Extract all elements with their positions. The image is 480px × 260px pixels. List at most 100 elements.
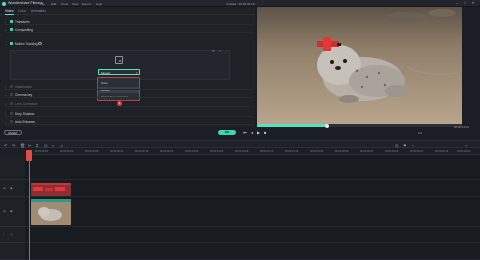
ruler-tick: 00:00:02:12	[410, 149, 424, 153]
undo-icon[interactable]: ↶	[4, 143, 7, 148]
settings-circle-icon[interactable]: ○	[219, 49, 221, 53]
section-label: Compositing	[15, 27, 33, 32]
checkbox-compositing[interactable]	[10, 27, 13, 31]
color-icon[interactable]: ◐	[52, 143, 54, 148]
stop-icon[interactable]: ■	[264, 130, 266, 135]
checkbox-transform[interactable]	[10, 19, 13, 23]
section-compositing[interactable]: › Compositing	[5, 26, 253, 33]
timeline-ruler[interactable]: 00:00:00:00 00:00:00:04 00:00:00:08 00:0…	[25, 148, 480, 155]
close-icon[interactable]: ✕	[471, 1, 475, 5]
preview-ratio[interactable]: 1/2	[418, 131, 422, 135]
audio-icon[interactable]: ♫	[60, 143, 63, 148]
track-empty[interactable]	[25, 155, 480, 180]
checkbox-lens-correction[interactable]	[10, 101, 13, 105]
ok-button[interactable]: OK	[218, 130, 236, 135]
lock-icon[interactable]: ⊞	[3, 186, 6, 190]
document-title: Untitled : 00:00:03:18	[226, 1, 255, 6]
tracking-element-dropdown[interactable]: Mosaic ▾	[98, 69, 140, 75]
track-header-empty	[0, 155, 25, 180]
tab-animation[interactable]: Animation	[31, 9, 46, 13]
app-title: Wondershare Filmora	[8, 1, 43, 5]
checkbox-chroma-key[interactable]	[10, 92, 13, 96]
chevron-right-icon: ›	[5, 92, 6, 97]
chevron-right-icon: ›	[5, 27, 6, 32]
track-header-video: ⊞ ◉	[0, 197, 25, 227]
zoom-out-icon[interactable]: −	[412, 143, 414, 148]
seal-thumbnail	[38, 207, 62, 221]
dropdown-value: Mosaic	[101, 71, 111, 75]
title-bar: Wondershare Filmora File Edit Tools View…	[0, 0, 480, 7]
section-motion-tracking[interactable]: ⌄ Motion Tracking	[5, 40, 253, 47]
minimize-icon[interactable]: –	[455, 1, 459, 5]
menu-edit[interactable]: Edit	[51, 2, 56, 6]
speed-icon[interactable]: ◷	[44, 143, 48, 148]
checkbox-drop-shadow[interactable]	[10, 111, 13, 115]
music-icon[interactable]: ♪	[3, 232, 5, 236]
chevron-right-icon: ›	[5, 119, 6, 124]
menu-tools[interactable]: Tools	[61, 2, 68, 6]
ruler-tick: 00:00:01:08	[235, 149, 249, 153]
playback-progress[interactable]	[257, 123, 462, 128]
section-label: Transform	[15, 19, 30, 24]
track-audio[interactable]	[25, 227, 480, 243]
section-transform[interactable]: › Transform	[5, 18, 253, 25]
eye-icon[interactable]: ◉	[10, 186, 13, 190]
chevron-right-icon: ›	[5, 84, 6, 89]
target-icon[interactable]	[115, 56, 123, 64]
checkbox-auto-enhance[interactable]	[10, 119, 13, 123]
playhead-line[interactable]	[28, 150, 30, 260]
step-back-icon[interactable]: ⏮	[243, 130, 247, 135]
timeline-tracks: ⊞ ◉ ⊞ ◉ ♪ ◁	[0, 155, 480, 260]
ruler-tick: 00:00:00:04	[60, 149, 74, 153]
speaker-icon[interactable]: ◁	[10, 232, 12, 236]
maximize-icon[interactable]: □	[463, 1, 467, 5]
property-tabs: Video Color Animation	[0, 7, 255, 15]
ruler-tick: 00:00:02:16	[435, 149, 449, 153]
chevron-down-icon: ▾	[135, 70, 138, 75]
menu-help[interactable]: Help	[96, 2, 102, 6]
cut-icon[interactable]: ✂	[28, 143, 31, 148]
section-label: Lens Correction	[15, 101, 38, 106]
playhead-handle[interactable]	[26, 150, 32, 161]
progress-handle[interactable]	[324, 123, 329, 128]
frame-back-icon[interactable]: ◂	[251, 130, 253, 135]
crop-icon[interactable]: ⌗	[36, 143, 38, 148]
menu-export[interactable]: Export	[82, 2, 91, 6]
section-drop-shadow[interactable]: › Drop Shadow	[5, 110, 253, 117]
checkbox-stabilization[interactable]	[10, 84, 13, 88]
lock-icon[interactable]: ⊞	[3, 209, 6, 213]
preview-right-strip	[462, 7, 480, 124]
reset-button[interactable]: RESET	[4, 130, 22, 135]
play-icon[interactable]: ▶	[257, 130, 260, 135]
section-auto-enhance[interactable]: › Auto Enhance	[5, 118, 253, 125]
chevron-down-icon: ⌄	[5, 41, 8, 46]
delete-icon[interactable]: 🗑	[20, 143, 25, 148]
marker-icon[interactable]: ⚑	[403, 143, 407, 148]
section-lens-correction[interactable]: › Lens Correction	[5, 100, 253, 107]
section-chroma-key[interactable]: › Chroma key	[5, 91, 253, 98]
eye-icon[interactable]: ◉	[10, 209, 13, 213]
ruler-tick: 00:00:01:04	[210, 149, 224, 153]
ruler-tick: 00:00:02:00	[335, 149, 349, 153]
ruler-tick: 00:00:00:00	[35, 149, 49, 153]
tab-color[interactable]: Color	[18, 9, 26, 13]
track-extra[interactable]	[25, 243, 480, 260]
track-fx[interactable]	[25, 180, 480, 197]
crossed-tools-icon[interactable]: ✕	[212, 49, 215, 53]
track-header-audio: ♪ ◁	[0, 227, 25, 243]
motion-tracking-tools: ✕ ○	[212, 49, 221, 53]
render-icon[interactable]: ◎	[395, 143, 399, 148]
chevron-right-icon: ›	[5, 19, 6, 24]
menu-view[interactable]: View	[72, 2, 78, 6]
mosaic-effect-clip[interactable]	[31, 183, 71, 196]
section-stabilization[interactable]: › Stabilization	[5, 83, 253, 90]
ruler-tick: 00:00:00:20	[160, 149, 174, 153]
track-video[interactable]	[25, 197, 480, 227]
zoom-in-icon[interactable]: +	[465, 143, 467, 148]
info-icon[interactable]	[38, 41, 42, 45]
redo-icon[interactable]: ↷	[12, 143, 15, 148]
video-clip[interactable]	[31, 199, 71, 225]
tab-video[interactable]: Video	[5, 9, 14, 15]
menu-file[interactable]: File	[40, 2, 45, 6]
checkbox-motion-tracking[interactable]	[10, 41, 13, 45]
